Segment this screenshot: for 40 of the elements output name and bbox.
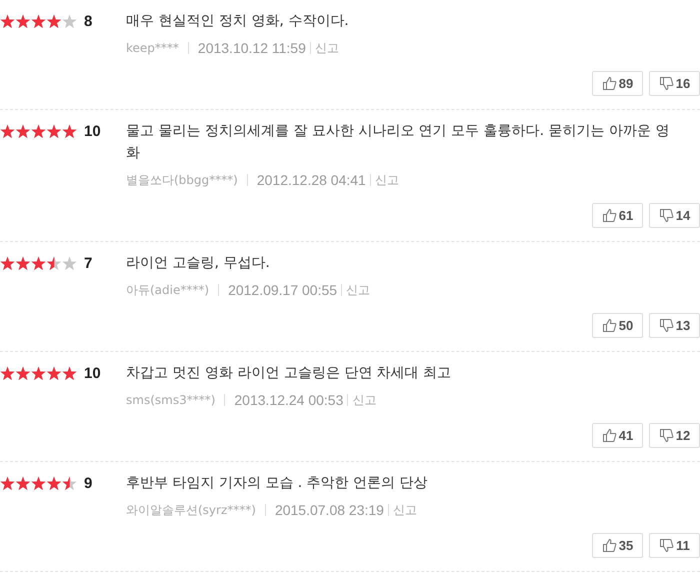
score: 9 <box>84 474 94 492</box>
thumbs-up-icon <box>602 76 617 91</box>
thumbs-down-icon <box>658 318 674 333</box>
like-button[interactable]: 89 <box>592 71 643 96</box>
dislike-button[interactable]: 11 <box>649 533 700 558</box>
review-text: 매우 현실적인 정치 영화, 수작이다. <box>126 12 350 31</box>
like-button[interactable]: 41 <box>592 423 643 448</box>
dislike-button[interactable]: 13 <box>649 313 700 338</box>
score: 10 <box>84 364 102 382</box>
dislike-button[interactable]: 12 <box>649 423 700 448</box>
review-text: 후반부 타임지 기자의 모습 . 추악한 언론의 단상 <box>126 474 429 493</box>
thumbs-up-icon <box>602 428 617 443</box>
review-date: 2012.12.28 04:41 <box>256 172 366 188</box>
thumbs-down-icon <box>658 428 674 443</box>
review-text: 라이언 고슬링, 무섭다. <box>126 254 271 273</box>
review-date: 2013.12.24 00:53 <box>234 392 344 408</box>
score: 7 <box>84 254 94 272</box>
thumbs-up-icon <box>602 208 617 223</box>
like-button[interactable]: 61 <box>592 203 643 228</box>
review-date: 2012.09.17 00:55 <box>228 282 338 298</box>
dislike-button[interactable]: 14 <box>649 203 700 228</box>
username: 아듀(adie****) <box>126 284 220 296</box>
thumbs-up-icon <box>602 318 617 333</box>
review-text: 물고 물리는 정치의세계를 잘 묘사한 시나리오 연기 모두 훌륭하다. 묻히기는 아까운 영화 <box>126 122 670 163</box>
dislike-button[interactable]: 16 <box>649 71 700 96</box>
like-button[interactable]: 50 <box>592 313 643 338</box>
thumbs-down-icon <box>658 76 674 91</box>
review-date: 2015.07.08 23:19 <box>274 502 384 518</box>
like-button[interactable]: 35 <box>592 533 643 558</box>
review-text: 차갑고 멋진 영화 라이언 고슬링은 단연 차세대 최고 <box>126 364 452 383</box>
review-date: 2013.10.12 11:59 <box>198 40 306 56</box>
username: keep**** <box>126 42 189 54</box>
score: 10 <box>84 122 102 140</box>
username: sms(sms3****) <box>126 394 226 406</box>
thumbs-down-icon <box>658 208 674 223</box>
username: 와이알솔루션(syrz****) <box>126 504 266 516</box>
thumbs-up-icon <box>602 538 617 553</box>
score: 8 <box>84 12 94 30</box>
username: 별을쏘다(bbgg****) <box>126 174 248 186</box>
thumbs-down-icon <box>659 538 674 553</box>
